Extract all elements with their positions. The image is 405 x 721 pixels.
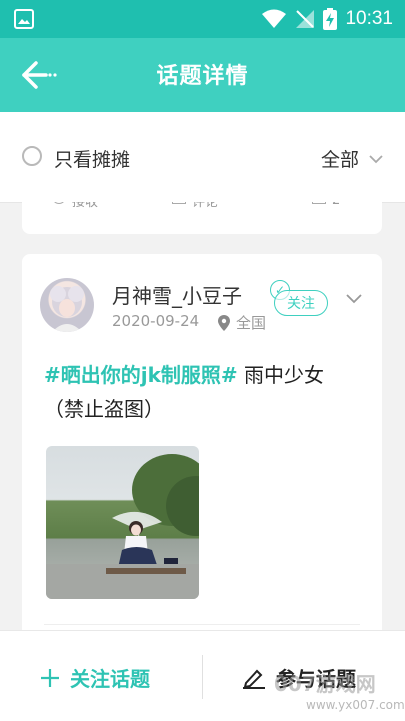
follow-button[interactable]: 关注	[274, 290, 328, 316]
chevron-down-icon	[369, 154, 383, 163]
post-menu-chevron-icon[interactable]	[346, 294, 362, 304]
comment-icon	[172, 202, 186, 204]
filter-bar: 只看摊摊 全部	[0, 112, 405, 203]
plus-icon	[41, 668, 59, 687]
pencil-icon	[243, 669, 265, 689]
share-icon	[312, 202, 326, 204]
post-card[interactable]: 月神雪_小豆子 ✓ 关注 2020-09-24 全国 #晒出你的jk制服照# 雨…	[22, 254, 382, 630]
comment-action[interactable]: 评论	[172, 202, 218, 210]
follow-topic-label: 关注话题	[70, 667, 150, 691]
post-username[interactable]: 月神雪_小豆子	[112, 280, 242, 309]
avatar[interactable]	[40, 278, 94, 332]
range-select[interactable]: 全部	[321, 145, 383, 172]
follow-topic-button[interactable]: 关注话题	[40, 663, 150, 692]
page-title: 话题详情	[156, 64, 249, 89]
wifi-icon	[262, 9, 287, 28]
comment-label: 评论	[192, 202, 219, 210]
post-date: 2020-09-24	[112, 312, 200, 330]
only-author-radio[interactable]	[22, 146, 42, 166]
post-feed[interactable]: 接收 评论 2 月神雪_小豆子 ✓ 关注 2020-09-24	[0, 202, 405, 630]
image-notification-icon	[14, 9, 34, 29]
card-divider	[44, 624, 360, 625]
watermark-logo: 007游戏网	[274, 672, 376, 696]
like-label: 接收	[72, 202, 99, 210]
status-time: 10:31	[345, 8, 393, 29]
post-photo[interactable]	[46, 446, 199, 599]
post-hashtag[interactable]: #晒出你的jk制服照#	[44, 363, 238, 387]
photo-subject	[46, 511, 199, 599]
bottom-divider	[202, 655, 203, 699]
previous-post-card: 接收 评论 2	[22, 202, 382, 234]
like-icon	[52, 202, 66, 204]
post-text-line2: （禁止盗图）	[44, 397, 164, 421]
share-count: 2	[332, 202, 340, 208]
post-body: #晒出你的jk制服照# 雨中少女 （禁止盗图）	[44, 358, 364, 426]
watermark-url: www.yx007.com	[306, 698, 405, 712]
share-action[interactable]: 2	[312, 202, 340, 208]
post-location-label: 全国	[236, 314, 267, 332]
like-action[interactable]: 接收	[52, 202, 98, 210]
range-select-label: 全部	[320, 149, 359, 171]
only-author-label[interactable]: 只看摊摊	[54, 145, 130, 172]
battery-charging-icon	[323, 8, 338, 30]
avatar-portrait	[50, 286, 84, 332]
no-signal-icon	[296, 10, 315, 28]
location-pin-icon	[218, 314, 230, 331]
post-text-line1: 雨中少女	[237, 363, 325, 387]
status-bar: 10:31	[0, 0, 405, 38]
status-icons: 10:31	[261, 6, 393, 32]
app-bar: 话题详情	[0, 38, 405, 112]
post-location: 全国	[218, 312, 266, 333]
